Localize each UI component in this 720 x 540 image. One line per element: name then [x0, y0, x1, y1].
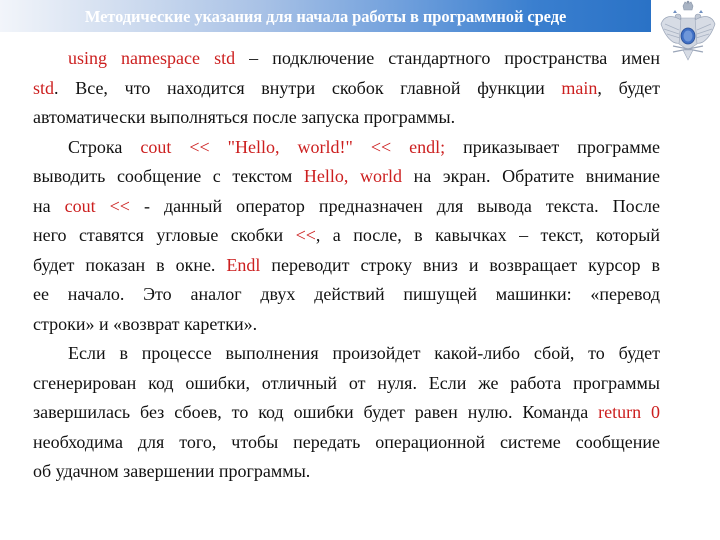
- double-headed-eagle-emblem-icon: [660, 0, 716, 61]
- text-segment: на: [33, 195, 65, 216]
- text-line: автоматически выполняться после запуска …: [33, 103, 660, 133]
- code-snippet: return 0: [598, 402, 660, 422]
- text-line: него ставятся угловые скобки <<, а после…: [33, 221, 660, 251]
- text-line: выводить сообщение с текстом Hello, worl…: [33, 162, 660, 192]
- document-body: using namespace std – подключение станда…: [33, 44, 660, 487]
- text-segment: Если в процессе выполнения произойдет ка…: [68, 343, 660, 363]
- text-segment: него ставятся угловые скобки: [33, 225, 296, 245]
- text-line: сгенерирован код ошибки, отличный от нул…: [33, 369, 660, 399]
- code-snippet: cout << "Hello, world!" << endl;: [140, 136, 446, 157]
- text-segment: , а после, в кавычках – текст, который: [315, 225, 661, 245]
- text-segment: выводить сообщение с текстом: [33, 166, 304, 186]
- code-snippet: main: [561, 77, 598, 98]
- text-line: std. Все, что находится внутри скобок гл…: [33, 74, 660, 104]
- text-segment: приказывает программе: [445, 136, 660, 157]
- text-line: строки» и «возврат каретки».: [33, 310, 660, 340]
- text-segment: , будет: [597, 77, 660, 98]
- code-snippet: Hello, world: [303, 166, 402, 186]
- text-line: необходима для того, чтобы передать опер…: [33, 428, 660, 458]
- text-line: using namespace std – подключение станда…: [33, 44, 660, 74]
- text-segment: строки» и «возврат каретки».: [33, 313, 258, 334]
- code-snippet: <<: [295, 225, 316, 245]
- text-line: будет показан в окне. Endl переводит стр…: [33, 251, 660, 281]
- text-segment: - данный оператор предназначен для вывод…: [129, 195, 660, 216]
- text-segment: будет показан в окне.: [33, 254, 227, 275]
- text-segment: ее начало. Это аналог двух действий пишу…: [33, 284, 660, 304]
- text-segment: переводит строку вниз и возвращает курсо…: [260, 254, 661, 275]
- paragraph: Строка cout << "Hello, world!" << endl; …: [33, 133, 660, 340]
- code-snippet: cout <<: [64, 195, 130, 216]
- text-segment: завершилась без сбоев, то код ошибки буд…: [33, 402, 599, 422]
- text-segment: . Все, что находится внутри скобок главн…: [54, 77, 562, 98]
- paragraph: using namespace std – подключение станда…: [33, 44, 660, 133]
- text-segment: об удачном завершении программы.: [33, 461, 311, 481]
- text-line: Строка cout << "Hello, world!" << endl; …: [33, 133, 660, 163]
- text-line: Если в процессе выполнения произойдет ка…: [33, 339, 660, 369]
- text-line: об удачном завершении программы.: [33, 457, 660, 487]
- text-segment: автоматически выполняться после запуска …: [33, 107, 456, 127]
- text-segment: сгенерирован код ошибки, отличный от нул…: [33, 372, 660, 393]
- text-segment: – подключение стандартного пространства …: [235, 48, 660, 68]
- text-segment: Строка: [68, 136, 141, 157]
- text-line: завершилась без сбоев, то код ошибки буд…: [33, 398, 660, 428]
- text-segment: необходима для того, чтобы передать опер…: [33, 431, 660, 452]
- code-snippet: using namespace std: [68, 48, 236, 68]
- paragraph: Если в процессе выполнения произойдет ка…: [33, 339, 660, 487]
- text-line: ее начало. Это аналог двух действий пишу…: [33, 280, 660, 310]
- text-segment: на экран. Обратите внимание: [401, 166, 660, 186]
- code-snippet: std: [33, 77, 55, 98]
- slide-title: Методические указания для начала работы …: [84, 7, 567, 26]
- text-line: на cout << - данный оператор предназначе…: [33, 192, 660, 222]
- code-snippet: Endl: [226, 254, 261, 275]
